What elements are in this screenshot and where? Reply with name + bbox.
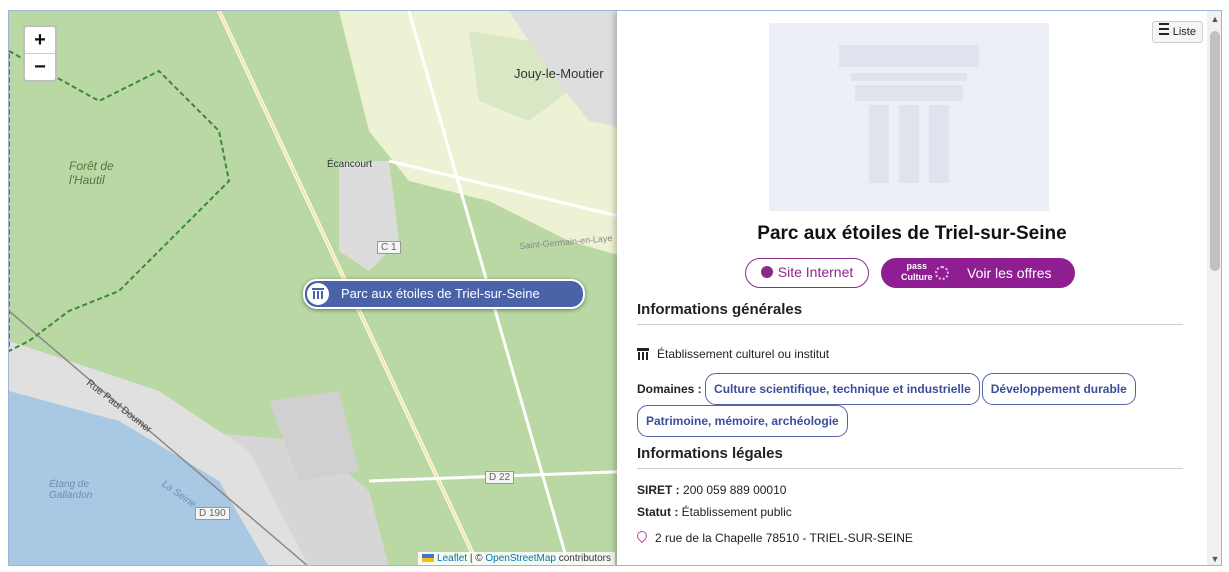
- status-row: Statut : Établissement public: [637, 505, 792, 519]
- list-icon: [1158, 23, 1169, 35]
- map-label-d190: D 190: [195, 507, 230, 520]
- venue-type: Établissement culturel ou institut: [637, 347, 829, 361]
- details-panel: Liste Parc aux étoiles de Triel-sur-Sein…: [617, 11, 1221, 565]
- website-button-label: Site Internet: [777, 264, 854, 280]
- list-view-button[interactable]: Liste: [1151, 21, 1203, 43]
- domain-tag[interactable]: Culture scientifique, technique et indus…: [705, 373, 980, 405]
- venue-type-text: Établissement culturel ou institut: [657, 347, 830, 361]
- domains-row: Domaines : Culture scientifique, techniq…: [637, 373, 1189, 437]
- map-label-etang: Étang de Gallardon: [49, 479, 93, 501]
- location-pin-icon: [634, 528, 650, 544]
- ukraine-flag-icon: [422, 554, 435, 562]
- venue-title: Parc aux étoiles de Triel-sur-Seine: [757, 223, 1067, 244]
- domain-tag[interactable]: Patrimoine, mémoire, archéologie: [637, 405, 848, 437]
- scroll-down-icon[interactable]: ▼: [1207, 551, 1221, 565]
- siret-label: SIRET :: [637, 483, 680, 497]
- map-attribution: Leaflet | © OpenStreetMap contributors: [418, 552, 615, 565]
- monument-icon: [637, 348, 649, 360]
- zoom-in-button[interactable]: +: [25, 27, 55, 54]
- scrollbar-thumb[interactable]: [1210, 31, 1220, 271]
- leaflet-link[interactable]: Leaflet: [437, 553, 467, 564]
- zoom-control: + −: [23, 25, 57, 82]
- status-value: Établissement public: [681, 505, 792, 519]
- scroll-up-icon[interactable]: ▲: [1207, 11, 1221, 27]
- general-info-heading: Informations générales: [637, 301, 1183, 325]
- map-label-jouy: Jouy-le-Moutier: [514, 66, 604, 81]
- offers-button[interactable]: pass Culture Voir les offres: [881, 258, 1075, 288]
- globe-icon: [760, 266, 773, 278]
- website-button[interactable]: Site Internet: [745, 258, 869, 288]
- list-button-label: Liste: [1172, 26, 1196, 38]
- osm-link[interactable]: OpenStreetMap: [485, 553, 556, 564]
- address-row: 2 rue de la Chapelle 78510 - TRIEL-SUR-S…: [634, 528, 913, 545]
- pass-logo-top: pass: [906, 261, 927, 271]
- siret-row: SIRET : 200 059 889 00010: [637, 483, 786, 497]
- status-label: Statut :: [637, 505, 679, 519]
- map-label-d22: D 22: [485, 471, 515, 484]
- venue-marker[interactable]: Parc aux étoiles de Triel-sur-Seine: [303, 279, 585, 309]
- domains-label: Domaines :: [637, 382, 702, 396]
- address-text: 2 rue de la Chapelle 78510 - TRIEL-SUR-S…: [655, 531, 913, 545]
- monument-icon: [307, 283, 329, 305]
- map-label-c1: C 1: [377, 241, 401, 254]
- siret-value: 200 059 889 00010: [683, 483, 787, 497]
- legal-info-heading: Informations légales: [637, 445, 1183, 469]
- map-label-forest: Forêt de l'Hautil: [69, 159, 114, 187]
- pass-logo-bottom: Culture: [901, 272, 933, 282]
- panel-scrollbar[interactable]: ▲ ▼: [1207, 11, 1221, 565]
- pass-culture-sun-icon: [935, 266, 949, 280]
- map-label-ecancourt: Écancourt: [327, 159, 373, 170]
- domain-tag[interactable]: Développement durable: [981, 373, 1136, 405]
- venue-image-placeholder: [769, 23, 1049, 211]
- venue-marker-label: Parc aux étoiles de Triel-sur-Seine: [341, 286, 540, 301]
- offers-button-label: Voir les offres: [967, 265, 1052, 281]
- pass-culture-logo: pass Culture: [901, 261, 933, 283]
- attribution-separator: | ©: [467, 553, 486, 564]
- zoom-out-button[interactable]: −: [25, 54, 55, 80]
- attribution-contributors: contributors: [555, 553, 611, 564]
- map-frame: Forêt de l'Hautil Jouy-le-Moutier Écanco…: [8, 10, 1222, 566]
